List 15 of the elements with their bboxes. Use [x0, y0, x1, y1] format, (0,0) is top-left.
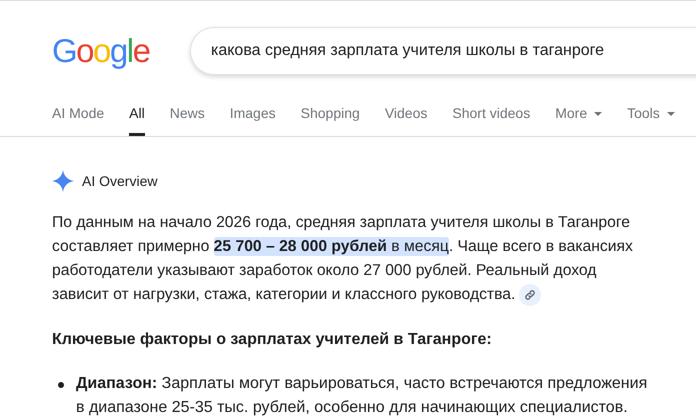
sparkle-icon — [52, 170, 74, 192]
search-tab[interactable]: More — [555, 101, 602, 136]
section-heading: Ключевые факторы о зарплатах учителей в Таганроге: — [52, 330, 493, 350]
overview-paragraph: По данным на начало 2026 года, средняя зарплата учителя школы в Таганроге составляет примерно 25 700 – 28 000 рублей в месяц. Чаще всего в вакансиях работодатели указывают заработок около 27 000 рублей. Реальный доход зависит от нагрузки, стажа, категории и классного руководства. — [52, 211, 652, 307]
search-tab[interactable]: Tools — [627, 101, 675, 136]
search-tab[interactable]: News — [170, 101, 205, 136]
search-tab[interactable]: Short videos — [452, 101, 530, 136]
search-tab[interactable]: Videos — [384, 101, 428, 136]
bullet-text: Диапазон: Зарплаты могут варьироваться, часто встречаются предложения в диапазоне 25-35 тыс. рублей, особенно для начинающих специалистов. — [76, 374, 648, 418]
search-field[interactable]: какова средняя зарплата учителя школы в таганроге — [191, 28, 696, 74]
search-tab[interactable]: Shopping — [300, 101, 360, 136]
search-tab[interactable]: AI Mode — [52, 101, 104, 136]
link-icon[interactable] — [519, 284, 542, 306]
search-tab[interactable]: Images — [230, 101, 276, 136]
ai-overview-title: AI Overview — [82, 173, 158, 189]
